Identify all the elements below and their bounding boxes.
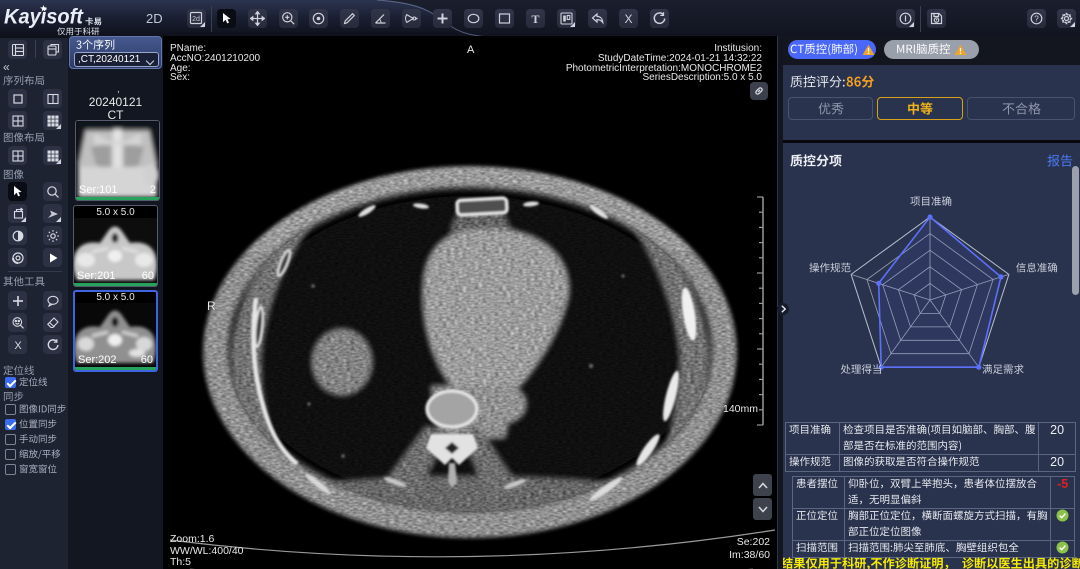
svg-text:X: X (624, 12, 632, 26)
svg-text:X: X (14, 340, 22, 352)
svg-text:T: T (531, 12, 539, 26)
svg-text:?: ? (1034, 15, 1039, 24)
svg-text:2d: 2d (192, 16, 200, 23)
